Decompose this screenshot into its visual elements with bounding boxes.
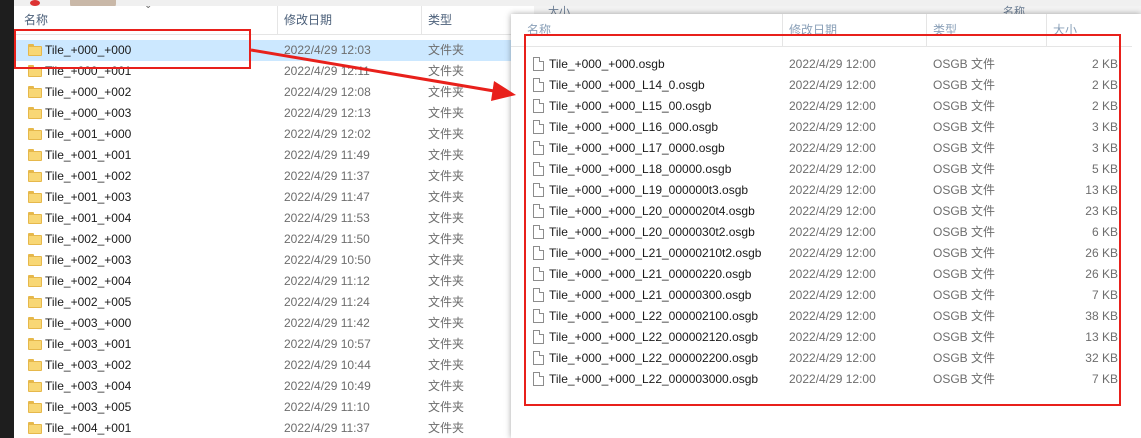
annotation-arrow-icon (250, 48, 516, 101)
